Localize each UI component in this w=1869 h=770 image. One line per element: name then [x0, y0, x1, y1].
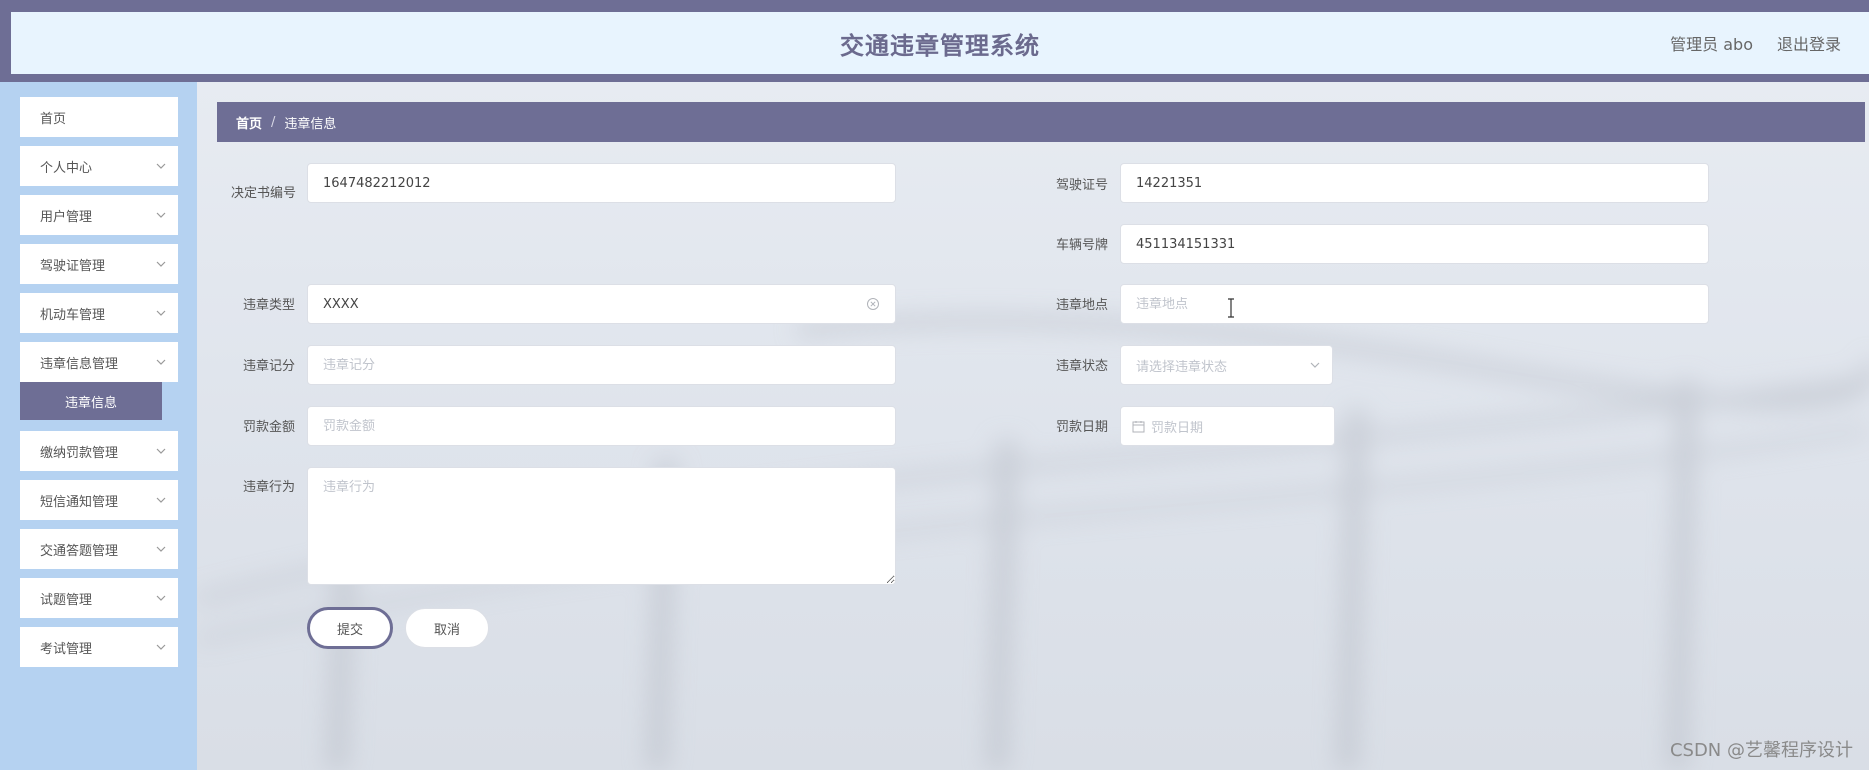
sidebar-item-sms-notification[interactable]: 短信通知管理	[20, 480, 178, 520]
chevron-down-icon	[156, 448, 166, 454]
label-violation-place: 违章地点	[1055, 298, 1108, 313]
sidebar-item-traffic-quiz[interactable]: 交通答题管理	[20, 529, 178, 569]
license-no-input[interactable]	[1120, 163, 1709, 203]
label-violation-points: 违章记分	[242, 359, 295, 374]
label-fine-date: 罚款日期	[1055, 420, 1108, 435]
violation-status-select[interactable]: 请选择违章状态	[1120, 345, 1333, 385]
breadcrumb-separator: /	[271, 114, 276, 130]
label-violation-type: 违章类型	[242, 298, 295, 313]
decision-no-value[interactable]	[323, 175, 880, 191]
label-license-no: 驾驶证号	[1055, 178, 1108, 193]
breadcrumb-current: 违章信息	[284, 116, 337, 132]
label-fine-amount: 罚款金额	[242, 420, 295, 435]
sidebar-item-label: 短信通知管理	[40, 494, 119, 510]
chevron-down-icon	[156, 310, 166, 316]
chevron-down-icon	[156, 359, 166, 365]
fine-amount-value[interactable]	[323, 418, 880, 434]
app-title: 交通违章管理系统	[840, 31, 1040, 60]
plate-no-value[interactable]	[1136, 236, 1693, 252]
chevron-down-icon	[156, 212, 166, 218]
fine-date-picker[interactable]: 罚款日期	[1120, 406, 1335, 446]
header-user-area: 管理员 abo 退出登录	[1670, 12, 1841, 74]
sidebar-item-label: 首页	[40, 111, 67, 127]
sidebar-item-label: 缴纳罚款管理	[40, 445, 119, 461]
sidebar-item-label: 用户管理	[40, 209, 93, 225]
sidebar-item-personal-center[interactable]: 个人中心	[20, 146, 178, 186]
calendar-icon	[1132, 420, 1145, 432]
chevron-down-icon	[156, 595, 166, 601]
header: 交通违章管理系统 管理员 abo 退出登录	[11, 12, 1869, 74]
label-plate-no: 车辆号牌	[1055, 238, 1108, 253]
breadcrumb: 首页 / 违章信息	[217, 102, 1865, 142]
submit-button[interactable]: 提交	[307, 607, 393, 649]
sidebar-item-exam-management[interactable]: 考试管理	[20, 627, 178, 667]
current-user: 管理员 abo	[1670, 35, 1753, 54]
chevron-down-icon	[156, 546, 166, 552]
decision-no-input[interactable]	[307, 163, 896, 203]
watermark: CSDN @艺馨程序设计	[1669, 740, 1853, 761]
fine-date-placeholder: 罚款日期	[1151, 420, 1204, 436]
sidebar-item-license-management[interactable]: 驾驶证管理	[20, 244, 178, 284]
sidebar-item-question-management[interactable]: 试题管理	[20, 578, 178, 618]
sidebar-item-home[interactable]: 首页	[20, 97, 178, 137]
violation-points-input[interactable]	[307, 345, 896, 385]
violation-points-value[interactable]	[323, 357, 880, 373]
violation-type-value[interactable]	[323, 296, 866, 312]
fine-amount-input[interactable]	[307, 406, 896, 446]
sidebar-item-vehicle-management[interactable]: 机动车管理	[20, 293, 178, 333]
text-cursor-icon	[1228, 298, 1234, 318]
sidebar-item-label: 驾驶证管理	[40, 258, 106, 274]
sidebar-item-label: 试题管理	[40, 592, 93, 608]
violation-status-placeholder: 请选择违章状态	[1136, 359, 1228, 375]
violation-type-input[interactable]	[307, 284, 896, 324]
sidebar-subitem-violation-info[interactable]: 违章信息	[20, 382, 162, 420]
license-no-value[interactable]	[1136, 175, 1693, 191]
breadcrumb-home[interactable]: 首页	[236, 113, 262, 132]
sidebar-item-label: 考试管理	[40, 641, 93, 657]
chevron-down-icon	[156, 163, 166, 169]
sidebar-item-violation-management[interactable]: 违章信息管理	[20, 342, 178, 382]
sidebar-item-label: 交通答题管理	[40, 543, 119, 559]
sidebar-item-label: 个人中心	[40, 160, 93, 176]
violation-place-value[interactable]	[1136, 296, 1693, 312]
sidebar-item-fine-payment[interactable]: 缴纳罚款管理	[20, 431, 178, 471]
violation-place-input[interactable]	[1120, 284, 1709, 324]
chevron-down-icon	[1310, 362, 1320, 368]
clear-icon[interactable]	[866, 297, 880, 311]
label-violation-status: 违章状态	[1055, 359, 1108, 374]
plate-no-input[interactable]	[1120, 224, 1709, 264]
sidebar-item-user-management[interactable]: 用户管理	[20, 195, 178, 235]
sidebar-item-label: 违章信息管理	[40, 356, 119, 372]
chevron-down-icon	[156, 497, 166, 503]
label-violation-behavior: 违章行为	[242, 480, 295, 495]
violation-behavior-textarea[interactable]	[307, 467, 896, 585]
label-decision-no: 决定书编号	[230, 186, 296, 201]
sidebar-item-label: 机动车管理	[40, 307, 106, 323]
chevron-down-icon	[156, 261, 166, 267]
logout-link[interactable]: 退出登录	[1777, 31, 1841, 55]
chevron-down-icon	[156, 644, 166, 650]
cancel-button[interactable]: 取消	[405, 608, 489, 648]
